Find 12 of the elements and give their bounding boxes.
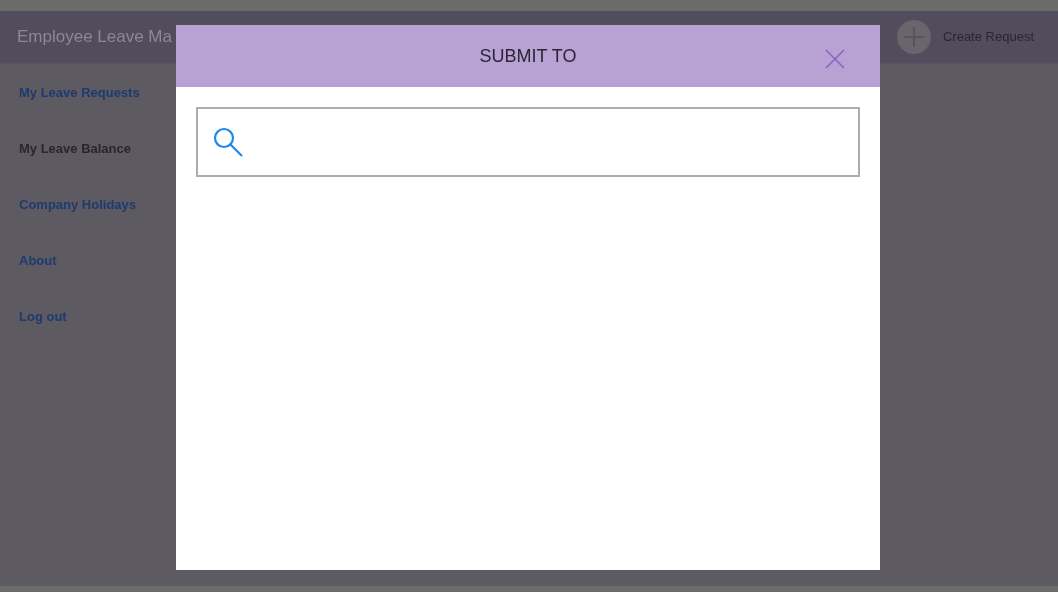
sidebar-item[interactable]: Log out: [19, 308, 67, 364]
search-field[interactable]: [196, 107, 860, 177]
dialog-title: SUBMIT TO: [479, 44, 577, 68]
sidebar-item[interactable]: Company Holidays: [19, 196, 137, 252]
search-icon: [212, 126, 244, 158]
sidebar-item[interactable]: My Leave Requests: [19, 84, 140, 140]
plus-icon: [902, 26, 925, 48]
close-button[interactable]: [824, 46, 846, 68]
sidebar-item[interactable]: About: [19, 252, 57, 308]
close-icon: [824, 47, 846, 70]
add-button[interactable]: [896, 20, 931, 54]
app-title: Employee Leave Ma: [17, 26, 172, 49]
